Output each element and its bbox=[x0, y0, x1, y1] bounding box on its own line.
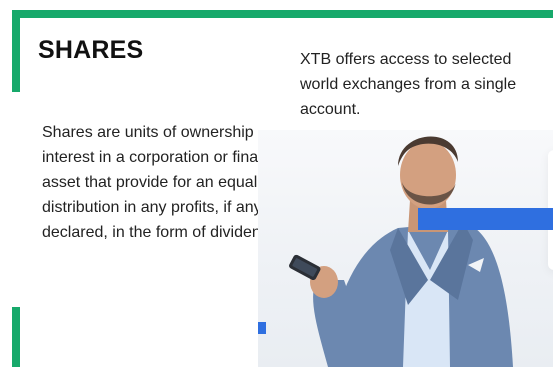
accent-blue-chip bbox=[258, 322, 266, 334]
accent-blue-bar bbox=[418, 208, 553, 230]
person-figure bbox=[289, 136, 513, 367]
card-left-border-upper bbox=[12, 10, 20, 92]
card-title: SHARES bbox=[38, 36, 144, 64]
man-with-phone-illustration bbox=[258, 130, 553, 367]
card-side-copy: XTB offers access to selected world exch… bbox=[300, 51, 517, 118]
card-left-border-lower bbox=[12, 307, 20, 367]
card-top-border bbox=[12, 10, 553, 18]
